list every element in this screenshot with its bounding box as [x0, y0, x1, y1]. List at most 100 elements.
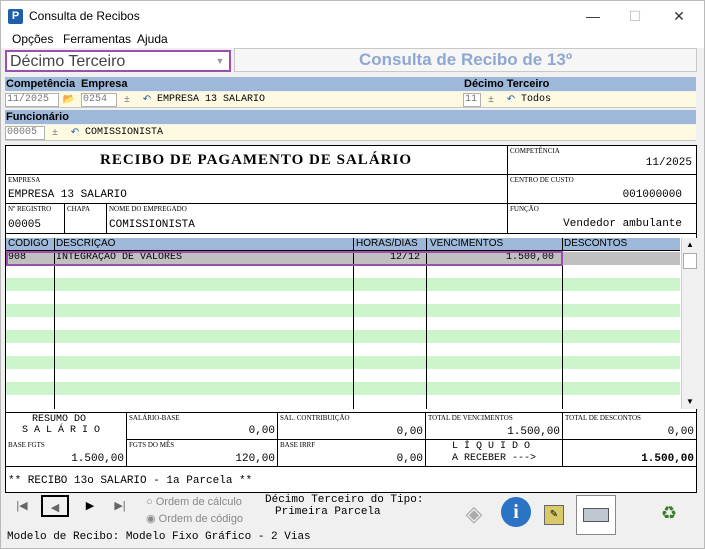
lookup-funcionario-icon[interactable]: ±	[47, 126, 63, 140]
status-text: Modelo de Recibo: Modelo Fixo Gráfico - …	[7, 531, 311, 543]
diamond-arrows-icon[interactable]: ◈	[459, 499, 489, 529]
table-row[interactable]	[6, 278, 680, 291]
radio-order-calc[interactable]: ○ Ordem de cálculo	[146, 496, 242, 508]
competencia-cell-label: COMPETÊNCIA	[510, 147, 560, 155]
centro-cell: CENTRO DE CUSTO 001000000	[508, 175, 696, 204]
title-bar: P Consulta de Recibos — ☐ ✕	[1, 1, 704, 31]
window-title: Consulta de Recibos	[29, 9, 140, 23]
funcao-value: Vendedor ambulante	[563, 218, 682, 230]
minimize-button[interactable]: —	[570, 1, 616, 31]
filter-row-1: 11/2025 📂 0254 ± ↶ EMPRESA 13 SALARIO 11…	[5, 92, 696, 108]
main-window: P Consulta de Recibos — ☐ ✕ Opções Ferra…	[0, 0, 705, 549]
undo-decimo-icon[interactable]: ↶	[503, 93, 519, 107]
table-row[interactable]	[6, 265, 680, 278]
table-row[interactable]	[6, 304, 680, 317]
decimo-code-field[interactable]: 11	[463, 93, 481, 107]
nome-cell: NOME DO EMPREGADO COMISSIONISTA	[107, 204, 508, 234]
fgts-mes-label: FGTS DO MÊS	[129, 441, 175, 449]
last-record-icon[interactable]: ▶|	[109, 495, 131, 517]
empresa-cell: EMPRESA EMPRESA 13 SALARIO	[6, 175, 508, 204]
col-descontos: DESCONTOS	[564, 238, 628, 249]
empresa-cell-label: EMPRESA	[8, 176, 41, 184]
col-descricao: DESCRIÇÃO	[56, 238, 116, 249]
resumo-2: S A L Á R I O	[22, 425, 101, 436]
printer-icon	[583, 508, 609, 522]
filter-header-left: Competência Empresa	[5, 77, 461, 91]
undo-empresa-icon[interactable]: ↶	[139, 93, 155, 107]
menu-ajuda[interactable]: Ajuda	[137, 32, 168, 46]
menu-ferramentas[interactable]: Ferramentas	[63, 32, 131, 46]
decimo-name: Todos	[521, 94, 552, 105]
total-desc-cell: TOTAL DE DESCONTOS 0,00	[563, 413, 696, 440]
app-icon: P	[8, 9, 23, 24]
empresa-name: EMPRESA 13 SALARIO	[157, 94, 266, 105]
table-row[interactable]	[6, 382, 680, 395]
export-icon[interactable]: ✎	[544, 505, 564, 525]
recycle-bin-icon[interactable]: ♻	[657, 501, 681, 525]
scroll-down-icon[interactable]: ▼	[682, 395, 698, 409]
table-row[interactable]	[6, 395, 680, 408]
liquido-cell: 1.500,00	[563, 440, 696, 467]
liquido-value: 1.500,00	[641, 453, 694, 465]
empresa-code-field[interactable]: 0254	[81, 93, 117, 107]
fgts-mes-value: 120,00	[235, 453, 275, 465]
table-row[interactable]	[6, 356, 680, 369]
total-venc-label: TOTAL DE VENCIMENTOS	[428, 414, 513, 422]
receipt-type-select[interactable]: Décimo Terceiro ▼	[5, 50, 231, 72]
lookup-decimo-icon[interactable]: ±	[483, 93, 499, 107]
liquido-label-cell: L Í Q U I D O A RECEBER --->	[426, 440, 563, 467]
receipt-type-value: Décimo Terceiro	[10, 53, 126, 70]
maximize-button[interactable]: ☐	[612, 1, 658, 31]
salario-base-value: 0,00	[248, 425, 275, 437]
table-row[interactable]	[6, 291, 680, 304]
funcionario-name: COMISSIONISTA	[85, 127, 164, 138]
table-row[interactable]	[6, 317, 680, 330]
nome-value: COMISSIONISTA	[109, 219, 195, 231]
col-horas: HORAS/DIAS	[356, 238, 418, 249]
centro-cell-label: CENTRO DE CUSTO	[510, 176, 574, 184]
scroll-up-icon[interactable]: ▲	[682, 238, 698, 252]
receipt-panel: RECIBO DE PAGAMENTO DE SALÁRIO COMPETÊNC…	[5, 145, 697, 493]
registro-cell-label: Nº REGISTRO	[8, 205, 52, 213]
items-table: CÓDIGO DESCRIÇÃO HORAS/DIAS VENCIMENTOS …	[6, 238, 680, 409]
first-record-icon[interactable]: |◀	[11, 495, 33, 517]
close-button[interactable]: ✕	[656, 1, 702, 31]
radio-order-code[interactable]: ◉ Ordem de código	[146, 512, 243, 525]
print-button[interactable]	[576, 495, 616, 535]
lookup-empresa-icon[interactable]: ±	[119, 93, 135, 107]
radio-selected-icon: ◉	[146, 513, 156, 525]
folder-icon[interactable]: 📂	[61, 93, 77, 107]
scroll-thumb[interactable]	[683, 253, 697, 269]
chapa-cell-label: CHAPA	[67, 205, 91, 213]
empresa-label: Empresa	[81, 78, 128, 90]
total-venc-value: 1.500,00	[507, 426, 560, 438]
prev-record-icon[interactable]: ◀	[41, 495, 69, 517]
total-venc-cell: TOTAL DE VENCIMENTOS 1.500,00	[426, 413, 563, 440]
undo-funcionario-icon[interactable]: ↶	[67, 126, 83, 140]
total-desc-value: 0,00	[667, 426, 694, 438]
filter-header-right: Décimo Terceiro	[461, 77, 696, 91]
sal-contrib-label: SAL. CONTRIBUIÇÃO	[280, 414, 350, 422]
competencia-field[interactable]: 11/2025	[5, 93, 59, 107]
receipt-title-cell: RECIBO DE PAGAMENTO DE SALÁRIO	[6, 146, 508, 175]
menu-bar: Opções Ferramentas Ajuda	[1, 31, 704, 48]
fgts-mes-cell: FGTS DO MÊS 120,00	[127, 440, 278, 467]
chapa-cell: CHAPA	[65, 204, 107, 234]
next-record-icon[interactable]: ▶	[79, 495, 101, 517]
table-row[interactable]	[6, 343, 680, 356]
salario-base-cell: SALÁRIO-BASE 0,00	[127, 413, 278, 440]
table-scrollbar[interactable]: ▲ ▼	[681, 238, 697, 409]
competencia-cell: COMPETÊNCIA 11/2025	[508, 146, 696, 175]
tipo-value: Primeira Parcela	[275, 506, 381, 518]
base-irrf-value: 0,00	[396, 453, 423, 465]
col-vencimentos: VENCIMENTOS	[430, 238, 504, 249]
menu-opcoes[interactable]: Opções	[12, 32, 53, 46]
receipt-title: RECIBO DE PAGAMENTO DE SALÁRIO	[100, 152, 412, 168]
chevron-down-icon[interactable]: ▼	[213, 54, 227, 68]
funcionario-code-field[interactable]: 00005	[5, 126, 45, 140]
radio-order-calc-label: Ordem de cálculo	[155, 496, 242, 508]
competencia-value: 11/2025	[645, 157, 692, 169]
table-row[interactable]	[6, 330, 680, 343]
table-row[interactable]	[6, 369, 680, 382]
info-icon[interactable]: i	[501, 497, 531, 527]
